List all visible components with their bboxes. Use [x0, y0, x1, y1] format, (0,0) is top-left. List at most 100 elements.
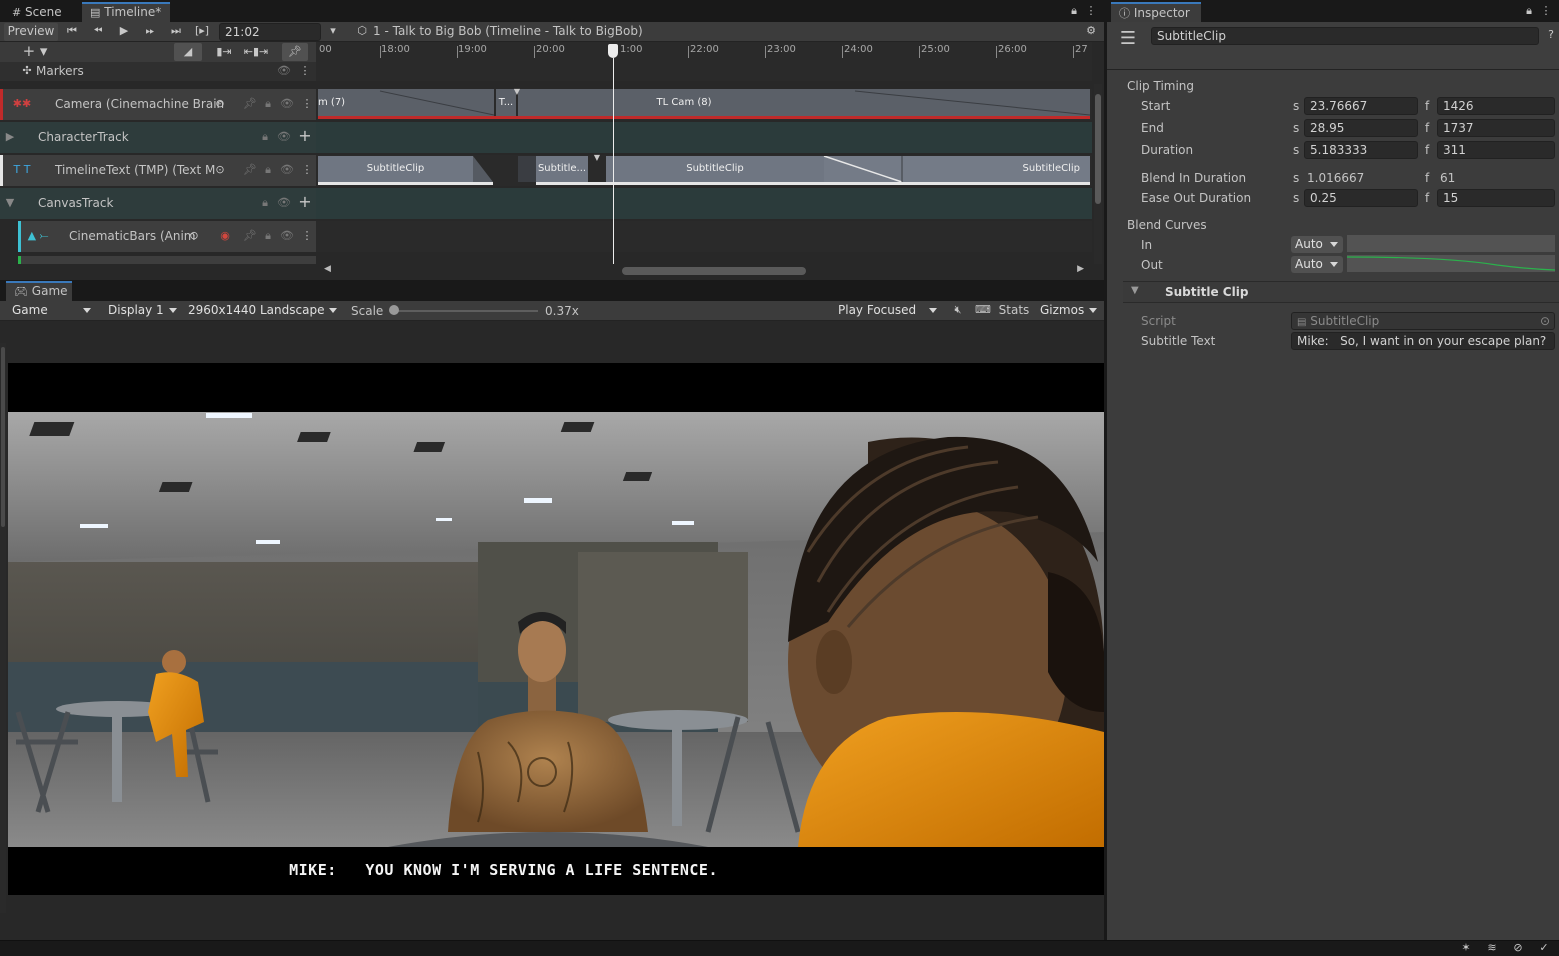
ease-out-seconds-field[interactable]: 0.25: [1304, 189, 1418, 207]
vertical-scroll-thumb[interactable]: [1095, 94, 1101, 204]
shortcuts-icon[interactable]: ⌨: [972, 301, 994, 319]
object-picker-icon[interactable]: ⊙: [1540, 313, 1550, 329]
pin-icon[interactable]: 📌︎: [243, 161, 257, 179]
tab-timeline[interactable]: ▤ Timeline*: [82, 2, 170, 22]
game-left-scrollbar[interactable]: [0, 343, 6, 913]
lock-icon[interactable]: 🔒︎: [261, 95, 275, 113]
stats-button[interactable]: Stats: [996, 303, 1032, 320]
object-picker-icon[interactable]: ⊙: [187, 227, 201, 245]
help-icon[interactable]: ?: [1543, 26, 1559, 44]
snap-icon[interactable]: ◢: [174, 43, 202, 61]
curve-in-mode-dropdown[interactable]: Auto: [1291, 236, 1343, 253]
eye-icon[interactable]: 👁︎: [276, 194, 292, 212]
preview-button[interactable]: Preview: [4, 23, 58, 41]
scroll-right-icon[interactable]: ▶: [1077, 264, 1084, 274]
ripple-icon[interactable]: ▮⇥: [210, 43, 238, 61]
mute-audio-icon[interactable]: 🔇︎: [948, 301, 968, 319]
track-character[interactable]: ▶ CharacterTrack 🔒︎ 👁︎ +: [0, 122, 316, 153]
start-frames-field[interactable]: 1426: [1437, 97, 1555, 115]
gizmos-dropdown[interactable]: Gizmos: [1036, 302, 1102, 319]
kebab-menu-icon[interactable]: ⋮: [301, 95, 313, 113]
settings-gear-icon[interactable]: ⚙: [1082, 22, 1100, 40]
lock-icon[interactable]: 🔒︎: [261, 227, 275, 245]
debug-mode-icon[interactable]: ✶: [1458, 939, 1474, 956]
scale-slider-track[interactable]: [394, 310, 538, 312]
replace-icon[interactable]: ⇤▮⇥: [242, 43, 270, 61]
eye-icon[interactable]: 👁︎: [279, 227, 295, 245]
add-icon[interactable]: +: [298, 127, 312, 145]
pin-icon[interactable]: 📌︎: [243, 95, 257, 113]
lock-icon[interactable]: 🔒︎: [258, 128, 272, 146]
duration-frames-field[interactable]: 311: [1437, 141, 1555, 159]
add-icon[interactable]: +: [298, 193, 312, 211]
goto-end-icon[interactable]: ⏭: [166, 22, 186, 40]
timeline-asset-path[interactable]: 1 - Talk to Big Bob (Timeline - Talk to …: [373, 24, 643, 38]
display-dropdown[interactable]: Display 1: [104, 302, 182, 319]
tab-inspector[interactable]: ⓘ Inspector: [1111, 2, 1201, 22]
end-frames-field[interactable]: 1737: [1437, 119, 1555, 137]
tab-scene[interactable]: # Scene: [4, 2, 70, 22]
chevron-down-icon[interactable]: ▾: [326, 22, 340, 40]
kebab-menu-icon[interactable]: ⋮: [301, 227, 313, 245]
next-frame-icon[interactable]: ⏩︎: [140, 22, 160, 40]
record-button-icon[interactable]: ◉: [217, 227, 233, 245]
eye-icon[interactable]: 👁︎: [276, 128, 292, 146]
vertical-scrollbar[interactable]: [1094, 84, 1102, 264]
horizontal-scrollbar[interactable]: ◀ ▶: [320, 264, 1090, 276]
game-render-view[interactable]: [8, 412, 1104, 847]
kebab-menu-icon[interactable]: ⋮: [301, 161, 313, 179]
curve-out-preview[interactable]: [1346, 255, 1556, 272]
object-name-field[interactable]: SubtitleClip: [1151, 27, 1539, 45]
scroll-left-icon[interactable]: ◀: [324, 264, 331, 274]
view-dropdown[interactable]: Game: [8, 302, 96, 319]
start-seconds-field[interactable]: 23.76667: [1304, 97, 1418, 115]
layers-icon[interactable]: ≋: [1484, 939, 1500, 956]
play-icon[interactable]: ▶: [114, 22, 134, 40]
subtitle-clip-component-header[interactable]: ▼ Subtitle Clip: [1123, 281, 1559, 303]
eye-icon[interactable]: 👁︎: [279, 95, 295, 113]
track-canvas[interactable]: ▼ CanvasTrack 🔒︎ 👁︎ +: [0, 188, 316, 219]
scale-slider-handle[interactable]: [389, 305, 399, 315]
subtitle-text-field[interactable]: Mike: So, I want in on your escape plan?: [1291, 332, 1555, 350]
object-picker-icon[interactable]: ⊙: [213, 161, 227, 179]
track-cinematic-bars[interactable]: ▲ ⤚ CinematicBars (Anim ⊙ ◉ 📌︎ 🔒︎ 👁︎ ⋮: [18, 221, 316, 252]
eye-icon[interactable]: 👁︎: [276, 62, 292, 80]
duration-seconds-field[interactable]: 5.183333: [1304, 141, 1418, 159]
curve-in-preview[interactable]: [1347, 235, 1555, 252]
unit-f: f: [1425, 171, 1430, 185]
current-time-field[interactable]: 21:02: [219, 23, 321, 41]
pin-icon[interactable]: 📌︎: [282, 43, 308, 61]
left-scroll-thumb[interactable]: [1, 347, 5, 527]
collapse-arrow-icon[interactable]: ▼: [4, 194, 16, 212]
lock-icon[interactable]: 🔒︎: [1521, 2, 1537, 20]
script-field[interactable]: ▤ SubtitleClip ⊙: [1291, 312, 1555, 330]
kebab-menu-icon[interactable]: ⋮: [1084, 2, 1098, 20]
playhead-handle[interactable]: [608, 44, 618, 58]
add-track-icon[interactable]: + ▾: [20, 42, 50, 60]
check-circle-icon[interactable]: ✓: [1536, 939, 1552, 956]
pin-icon[interactable]: 📌︎: [243, 227, 257, 245]
kebab-menu-icon[interactable]: ⋮: [298, 62, 312, 80]
curve-in-label: In: [1141, 238, 1153, 252]
track-timeline-text[interactable]: T T TimelineText (TMP) (Text M ⊙ 📌︎ 🔒︎ 👁…: [0, 155, 316, 186]
curve-out-mode-dropdown[interactable]: Auto: [1291, 256, 1343, 273]
play-range-icon[interactable]: [▸]: [192, 22, 212, 40]
end-seconds-field[interactable]: 28.95: [1304, 119, 1418, 137]
previous-frame-icon[interactable]: ⏪︎: [88, 22, 108, 40]
eye-icon[interactable]: 👁︎: [279, 161, 295, 179]
play-mode-dropdown[interactable]: Play Focused: [834, 302, 942, 319]
resolution-dropdown[interactable]: 2960x1440 Landscape: [184, 302, 342, 319]
lock-icon[interactable]: 🔒︎: [1066, 2, 1082, 20]
expand-arrow-icon[interactable]: ▶: [4, 128, 16, 146]
no-debug-icon[interactable]: ⊘: [1510, 939, 1526, 956]
kebab-menu-icon[interactable]: ⋮: [1539, 2, 1553, 20]
foldout-arrow-icon[interactable]: ▼: [1131, 285, 1139, 296]
track-camera[interactable]: ✱✱ Camera (Cinemachine Brain ⊙ 📌︎ 🔒︎ 👁︎ …: [0, 89, 316, 120]
lock-icon[interactable]: 🔒︎: [258, 194, 272, 212]
tab-game[interactable]: 🎮︎ Game: [6, 281, 72, 301]
ease-out-frames-field[interactable]: 15: [1437, 189, 1555, 207]
lock-icon[interactable]: 🔒︎: [261, 161, 275, 179]
horizontal-scroll-thumb[interactable]: [622, 267, 806, 275]
object-picker-icon[interactable]: ⊙: [213, 95, 227, 113]
goto-start-icon[interactable]: ⏮: [62, 22, 82, 40]
